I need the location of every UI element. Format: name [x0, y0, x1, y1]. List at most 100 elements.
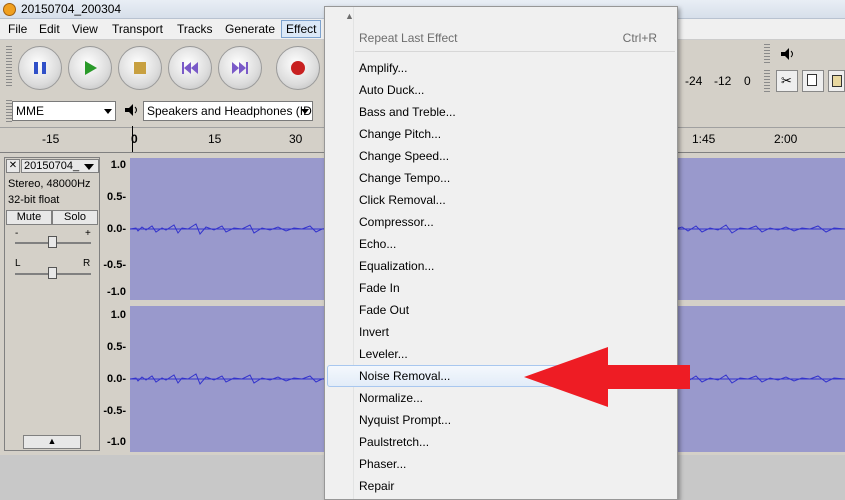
- mute-button[interactable]: Mute: [6, 210, 52, 225]
- audio-host-select[interactable]: MME: [12, 101, 116, 121]
- track-bitdepth-info: 32-bit float: [8, 194, 60, 206]
- menu-item-change-pitch[interactable]: Change Pitch...: [327, 123, 675, 145]
- menu-item-change-speed[interactable]: Change Speed...: [327, 145, 675, 167]
- paste-button[interactable]: [828, 70, 845, 92]
- menu-item-label: Noise Removal...: [359, 369, 451, 383]
- copy-button[interactable]: [802, 70, 824, 92]
- collapse-icon: ▲: [47, 436, 57, 446]
- gain-slider-thumb[interactable]: [48, 236, 57, 248]
- skip-start-icon: [169, 47, 211, 89]
- scale-label: 1.0: [110, 309, 126, 321]
- menu-item-label: Repair: [359, 479, 395, 493]
- ruler-label: 2:00: [774, 132, 798, 146]
- record-icon: [277, 47, 319, 89]
- pause-icon: [19, 47, 61, 89]
- menu-item-repair[interactable]: Repair: [327, 475, 675, 497]
- ruler-label: 30: [289, 132, 303, 146]
- ruler-label: 0: [131, 132, 138, 146]
- menu-item-label: Fade In: [359, 281, 400, 295]
- skip-to-end-button[interactable]: [218, 46, 262, 90]
- edit-toolbar-grip[interactable]: [764, 70, 770, 92]
- chevron-down-icon: [301, 109, 309, 114]
- menu-item-label: Click Removal...: [359, 193, 446, 207]
- chevron-down-icon: [104, 109, 112, 114]
- solo-label: Solo: [63, 211, 87, 223]
- copy-icon: [807, 74, 817, 86]
- scale-label: 1.0: [110, 159, 126, 171]
- menu-view[interactable]: View: [68, 22, 102, 36]
- menu-item-label: Echo...: [359, 237, 397, 251]
- pan-left-label: L: [15, 258, 21, 269]
- menu-generate[interactable]: Generate: [221, 22, 279, 36]
- menu-item-echo[interactable]: Echo...: [327, 233, 675, 255]
- menu-item-click-removal[interactable]: Click Removal...: [327, 189, 675, 211]
- mute-label: Mute: [16, 211, 42, 223]
- menu-item-shortcut: Ctrl+R: [622, 31, 657, 45]
- paste-icon: [832, 75, 842, 87]
- menu-item-repeat-last-effect[interactable]: Repeat Last Effect Ctrl+R: [327, 27, 675, 49]
- menu-transport[interactable]: Transport: [108, 22, 167, 36]
- menu-item-compressor[interactable]: Compressor...: [327, 211, 675, 233]
- meter-label-1: -24: [685, 74, 703, 88]
- menu-item-label: Equalization...: [359, 259, 435, 273]
- record-button[interactable]: [276, 46, 320, 90]
- menu-item-label: Normalize...: [359, 391, 424, 405]
- speaker-icon: [780, 47, 796, 64]
- menu-item-amplify[interactable]: Amplify...: [327, 57, 675, 79]
- menu-item-bass-and-treble[interactable]: Bass and Treble...: [327, 101, 675, 123]
- menu-item-equalization[interactable]: Equalization...: [327, 255, 675, 277]
- menu-item-label: Bass and Treble...: [359, 105, 456, 119]
- play-button[interactable]: [68, 46, 112, 90]
- menu-file[interactable]: File: [4, 22, 31, 36]
- menu-item-label: Paulstretch...: [359, 435, 430, 449]
- window-title: 20150704_200304: [21, 2, 122, 16]
- ruler-label: 1:45: [692, 132, 716, 146]
- meter-label-3: 0: [744, 74, 751, 88]
- cut-button[interactable]: ✂: [776, 70, 798, 92]
- scale-label: 0.5-: [107, 341, 126, 353]
- track-control-panel: ✕ 20150704_ Stereo, 48000Hz 32-bit float…: [4, 157, 100, 451]
- menu-item-auto-duck[interactable]: Auto Duck...: [327, 79, 675, 101]
- menu-item-label: Invert: [359, 325, 390, 339]
- menu-separator: [355, 51, 675, 52]
- menu-tracks[interactable]: Tracks: [173, 22, 217, 36]
- menu-item-fade-out[interactable]: Fade Out: [327, 299, 675, 321]
- meter-toolbar-grip[interactable]: [764, 44, 770, 64]
- scale-label: 0.0-: [107, 373, 126, 385]
- collapse-track-button[interactable]: ▲: [23, 435, 81, 449]
- amplitude-scale-left-channel: 1.0 0.5- 0.0- -0.5- -1.0: [100, 158, 130, 300]
- menu-item-label: Change Tempo...: [359, 171, 451, 185]
- menu-item-phaser[interactable]: Phaser...: [327, 453, 675, 475]
- skip-end-icon: [219, 47, 261, 89]
- pan-slider-thumb[interactable]: [48, 267, 57, 279]
- stop-button[interactable]: [118, 46, 162, 90]
- menu-item-paulstretch[interactable]: Paulstretch...: [327, 431, 675, 453]
- scroll-up-icon[interactable]: ▲: [345, 11, 354, 21]
- menu-item-invert[interactable]: Invert: [327, 321, 675, 343]
- menu-item-label: Change Pitch...: [359, 127, 442, 141]
- meter-label-2: -12: [714, 74, 732, 88]
- output-device-select[interactable]: Speakers and Headphones (ID: [143, 101, 313, 121]
- menu-item-label: Phaser...: [359, 457, 407, 471]
- menu-item-label: Amplify...: [359, 61, 408, 75]
- solo-button[interactable]: Solo: [52, 210, 98, 225]
- toolbar-grip[interactable]: [6, 46, 12, 88]
- ruler-label: 15: [208, 132, 222, 146]
- amplitude-scale-right-channel: 1.0 0.5- 0.0- -0.5- -1.0: [100, 308, 130, 452]
- close-track-button[interactable]: ✕: [6, 159, 20, 173]
- scale-label: -1.0: [107, 436, 126, 448]
- menu-item-label: Compressor...: [359, 215, 434, 229]
- skip-to-start-button[interactable]: [168, 46, 212, 90]
- menu-effect[interactable]: Effect: [281, 20, 322, 38]
- menu-edit[interactable]: Edit: [35, 22, 64, 36]
- scale-label: 0.0-: [107, 223, 126, 235]
- menu-item-nyquist-prompt[interactable]: Nyquist Prompt...: [327, 409, 675, 431]
- pause-button[interactable]: [18, 46, 62, 90]
- close-icon: ✕: [8, 160, 18, 171]
- scissors-icon: ✂: [781, 73, 792, 88]
- scale-label: 0.5-: [107, 191, 126, 203]
- menu-item-label: Leveler...: [359, 347, 408, 361]
- menu-item-change-tempo[interactable]: Change Tempo...: [327, 167, 675, 189]
- menu-item-fade-in[interactable]: Fade In: [327, 277, 675, 299]
- track-name-menu[interactable]: 20150704_: [21, 159, 99, 173]
